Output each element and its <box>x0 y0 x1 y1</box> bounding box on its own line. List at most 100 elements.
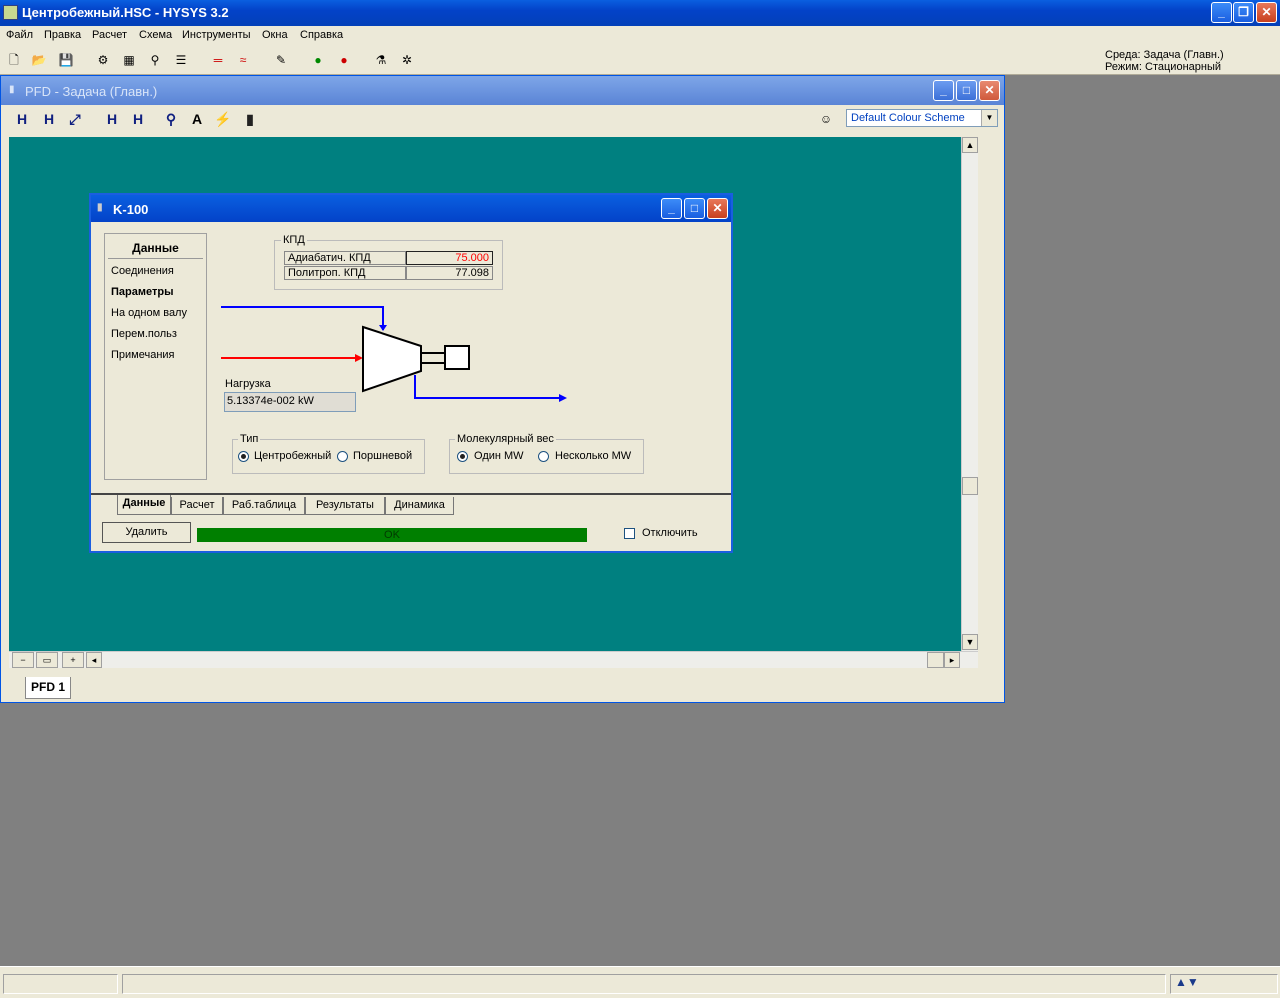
attach-mode-icon[interactable]: H <box>128 109 148 129</box>
pfd-window-icon: ▮ <box>9 84 15 95</box>
save-icon[interactable]: 💾 <box>57 51 75 69</box>
zoom-in-icon[interactable]: + <box>62 652 84 668</box>
binoculars-icon[interactable]: ⚲ <box>146 51 164 69</box>
object-status-toggle-icon[interactable]: ▲▼ <box>1170 974 1278 994</box>
vertical-scrollbar[interactable]: ▲ ▼ <box>961 137 978 651</box>
close-button[interactable]: ✕ <box>1256 2 1277 23</box>
pfd-close-button[interactable]: ✕ <box>979 80 1000 101</box>
fit-to-window-icon[interactable]: ⤢ <box>65 109 85 129</box>
component-list-icon[interactable]: ⚙ <box>94 51 112 69</box>
compressor-icon <box>362 325 422 393</box>
adiabatic-eff-label: Адиабатич. КПД <box>284 251 406 265</box>
pfd-maximize-button[interactable]: □ <box>956 80 977 101</box>
energy-arrow-icon <box>379 325 387 331</box>
steady-state-icon[interactable]: ● <box>309 51 327 69</box>
auto-position-icon[interactable]: H <box>39 109 59 129</box>
dlg-maximize-button[interactable]: □ <box>684 198 705 219</box>
dialog-tabs: Данные Расчет Раб.таблица Результаты Дин… <box>91 493 731 515</box>
radio-centrifugal[interactable] <box>238 451 249 462</box>
chevron-down-icon[interactable]: ▼ <box>981 110 997 126</box>
power-label: Нагрузка <box>225 378 271 390</box>
size-mode-icon[interactable]: H <box>12 109 32 129</box>
type-group: Тип Центробежный Поршневой <box>232 433 425 474</box>
radio-multiple-mw-label: Несколько MW <box>555 450 632 462</box>
menu-bar: Файл Правка Расчет Схема Инструменты Окн… <box>0 26 1280 45</box>
navigator-icon[interactable]: ☰ <box>172 51 190 69</box>
horizontal-scrollbar[interactable]: − ▭ + ◂ ▸ <box>9 651 978 668</box>
pfd-title: PFD - Задача (Главн.) <box>25 84 158 99</box>
dlg-minimize-button[interactable]: _ <box>661 198 682 219</box>
delete-button[interactable]: Удалить <box>102 522 191 543</box>
radio-reciprocating[interactable] <box>337 451 348 462</box>
integrator-icon[interactable]: ✲ <box>398 51 416 69</box>
menu-windows[interactable]: Окна <box>262 29 288 41</box>
break-connection-icon[interactable]: H <box>102 109 122 129</box>
nav-item-link[interactable]: На одном валу <box>111 307 187 319</box>
scroll-left-icon[interactable]: ◂ <box>86 652 102 668</box>
open-folder-icon[interactable]: 📂 <box>30 51 48 69</box>
tab-pfd-1[interactable]: PFD 1 <box>25 677 71 699</box>
ignore-label: Отключить <box>642 527 698 539</box>
ignore-checkbox[interactable] <box>624 528 635 539</box>
type-legend: Тип <box>238 433 261 445</box>
menu-file[interactable]: Файл <box>6 29 33 41</box>
scroll-thumb[interactable] <box>962 477 978 495</box>
workbook-icon[interactable]: ▦ <box>120 51 138 69</box>
add-text-icon[interactable]: A <box>187 109 207 129</box>
hysys-app-icon <box>3 5 18 20</box>
scroll-down-icon[interactable]: ▼ <box>962 634 978 650</box>
product-arrow-icon <box>559 394 567 402</box>
menu-edit[interactable]: Правка <box>44 29 81 41</box>
zoom-icon[interactable]: ⚲ <box>161 109 181 129</box>
dlg-close-button[interactable]: ✕ <box>707 198 728 219</box>
case-study-icon[interactable]: ✎ <box>272 51 290 69</box>
polytropic-eff-field[interactable]: 77.098 <box>406 266 493 280</box>
menu-calc[interactable]: Расчет <box>92 29 127 41</box>
tab-dynamics[interactable]: Динамика <box>385 497 454 515</box>
nav-item-connections[interactable]: Соединения <box>111 265 174 277</box>
environment-label: Среда: Задача (Главн.) <box>1105 49 1224 61</box>
k100-titlebar: ▮ K-100 _ □ ✕ <box>91 195 731 222</box>
radio-centrifugal-label: Центробежный <box>254 450 332 462</box>
pfd-minimize-button[interactable]: _ <box>933 80 954 101</box>
new-file-icon[interactable]: 🗋 <box>5 51 23 69</box>
menu-scheme[interactable]: Схема <box>139 29 172 41</box>
colour-scheme-icon[interactable]: ☺ <box>816 109 836 129</box>
tab-rating[interactable]: Расчет <box>171 497 223 515</box>
pfd-icon[interactable]: ≈ <box>234 51 252 69</box>
nav-item-parameters[interactable]: Параметры <box>111 286 173 298</box>
minimize-button[interactable]: _ <box>1211 2 1232 23</box>
stream-icon[interactable]: ═ <box>209 51 227 69</box>
tab-worksheet[interactable]: Раб.таблица <box>223 497 305 515</box>
menu-help[interactable]: Справка <box>300 29 343 41</box>
restore-button[interactable]: ❐ <box>1233 2 1254 23</box>
nav-item-notes[interactable]: Примечания <box>111 349 175 361</box>
zoom-out-icon[interactable]: − <box>12 652 34 668</box>
menu-tools[interactable]: Инструменты <box>182 29 251 41</box>
status-bar: OK <box>197 528 587 542</box>
radio-multiple-mw[interactable] <box>538 451 549 462</box>
zoom-all-icon[interactable]: ▭ <box>36 652 58 668</box>
dynamic-mode-icon[interactable]: ● <box>335 51 353 69</box>
adiabatic-eff-field[interactable]: 75.000 <box>406 251 493 265</box>
design-nav: Данные Соединения Параметры На одном вал… <box>104 233 207 480</box>
colour-scheme-value: Default Colour Scheme <box>851 112 965 124</box>
object-palette-icon[interactable]: ▮ <box>240 109 260 129</box>
status-panel-1 <box>3 974 118 994</box>
nav-item-user-vars[interactable]: Перем.польз <box>111 328 177 340</box>
tab-performance[interactable]: Результаты <box>305 497 385 515</box>
main-toolbar: 🗋 📂 💾 ⚙ ▦ ⚲ ☰ ═ ≈ ✎ ● ● ⚗ ✲ Среда: Задач… <box>0 45 1280 75</box>
colour-scheme-select[interactable]: Default Colour Scheme ▼ <box>846 109 998 127</box>
radio-single-mw[interactable] <box>457 451 468 462</box>
tab-design[interactable]: Данные <box>117 495 171 515</box>
scroll-up-icon[interactable]: ▲ <box>962 137 978 153</box>
k100-dialog: ▮ K-100 _ □ ✕ Данные Соединения Параметр… <box>89 193 733 553</box>
scroll-right-icon[interactable]: ▸ <box>944 652 960 668</box>
power-field[interactable]: 5.13374e-002 kW <box>224 392 356 412</box>
hscroll-thumb[interactable] <box>927 652 944 668</box>
flask-icon[interactable]: ⚗ <box>372 51 390 69</box>
radio-reciprocating-label: Поршневой <box>353 450 413 462</box>
polytropic-eff-label: Политроп. КПД <box>284 266 406 280</box>
quick-route-icon[interactable]: ⚡ <box>213 109 233 129</box>
efficiency-legend: КПД <box>281 234 307 246</box>
